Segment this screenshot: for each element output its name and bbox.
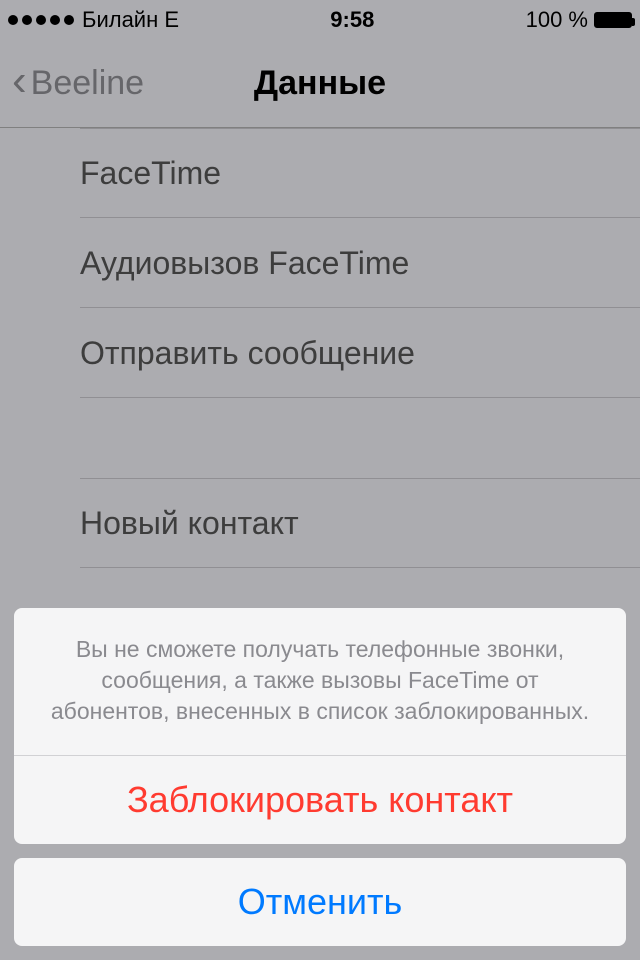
action-sheet-group: Вы не сможете получать телефонные звонки… — [14, 608, 626, 844]
action-sheet: Вы не сможете получать телефонные звонки… — [14, 608, 626, 946]
block-contact-label: Заблокировать контакт — [127, 779, 513, 821]
action-sheet-cancel-group: Отменить — [14, 858, 626, 946]
action-sheet-message: Вы не сможете получать телефонные звонки… — [14, 608, 626, 756]
cancel-button[interactable]: Отменить — [14, 858, 626, 946]
cancel-label: Отменить — [238, 881, 403, 923]
block-contact-button[interactable]: Заблокировать контакт — [14, 756, 626, 844]
